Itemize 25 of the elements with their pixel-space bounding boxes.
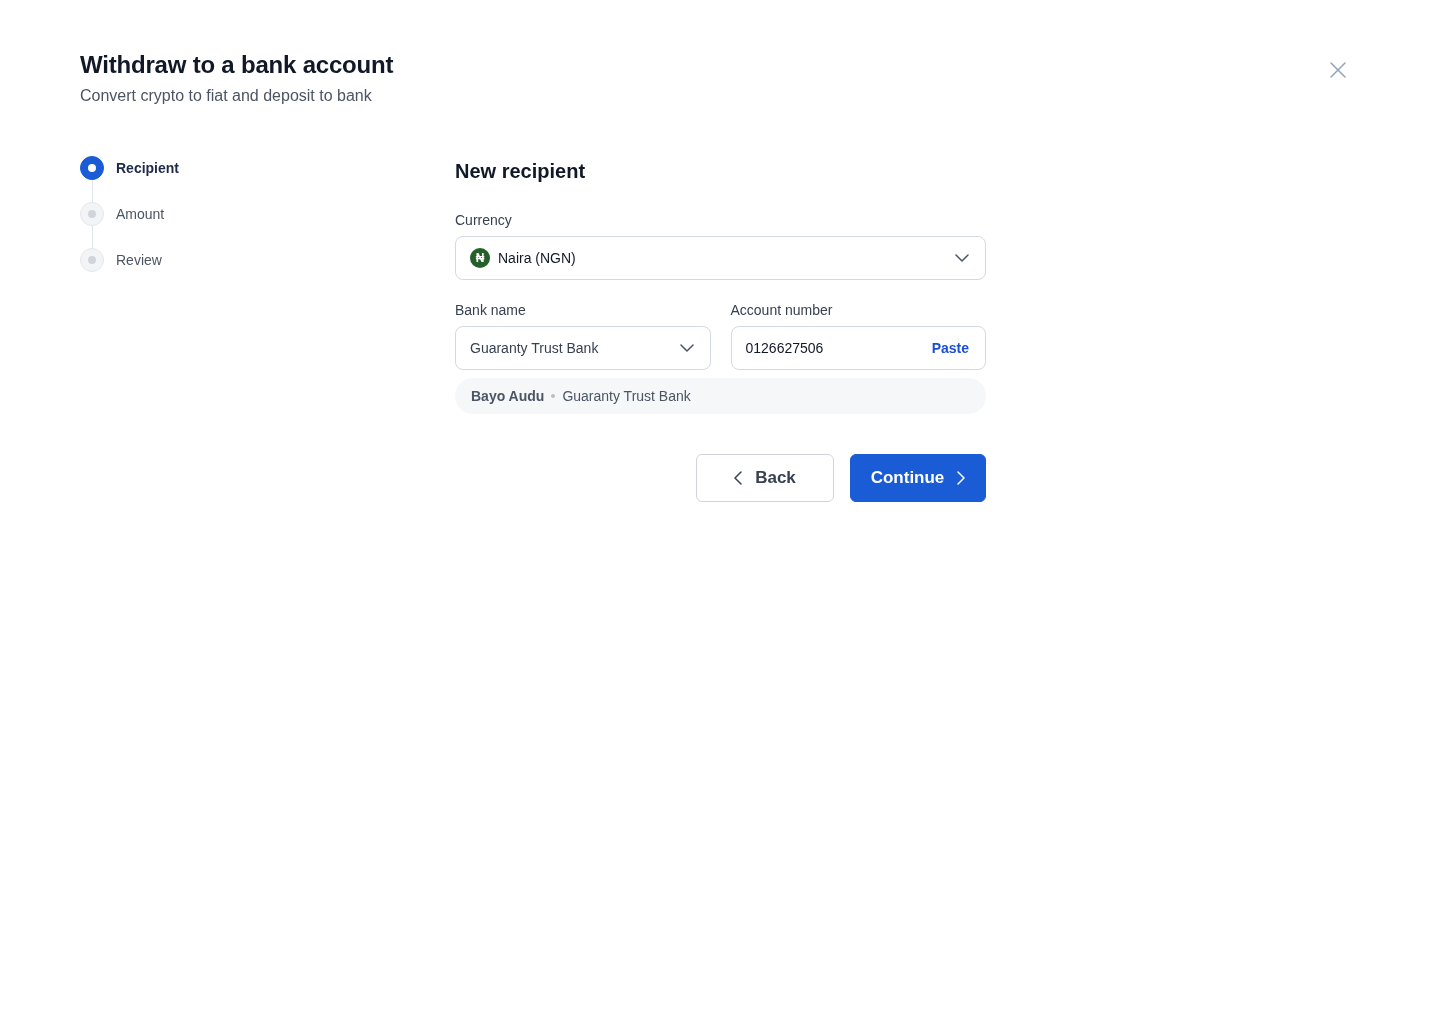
bank-dropdown[interactable]: Guaranty Trust Bank (455, 326, 711, 370)
step-label: Review (116, 252, 162, 268)
naira-symbol: ₦ (470, 248, 490, 268)
form-heading: New recipient (455, 159, 587, 183)
step-label: Recipient (116, 160, 179, 176)
chevron-right-icon (957, 471, 966, 485)
account-number-field[interactable]: 0126627506 Paste (730, 326, 986, 370)
account-holder-name: Bayo Audu (471, 388, 545, 404)
chevron-down-icon (679, 344, 694, 352)
chevron-down-icon (955, 254, 969, 262)
close-icon (1330, 62, 1346, 78)
field-label: Account number (730, 301, 833, 320)
chevron-left-icon (734, 471, 743, 485)
field-label: Currency (455, 211, 512, 230)
step-label: Amount (116, 206, 165, 222)
dialog-subtitle: Convert crypto to fiat and deposit to bank (80, 86, 373, 106)
field-label: Bank name (455, 301, 526, 320)
bank-name-text: Guaranty Trust Bank (562, 388, 691, 404)
dot-icon (551, 394, 556, 398)
dialog-title: Withdraw to a bank account (80, 50, 394, 80)
paste-button[interactable]: Paste (931, 340, 969, 356)
currency-dropdown[interactable]: ₦ Naira (NGN) (455, 236, 986, 280)
continue-button[interactable]: Continue (850, 454, 986, 502)
close-button[interactable] (1330, 62, 1346, 78)
back-button[interactable]: Back (696, 454, 834, 502)
